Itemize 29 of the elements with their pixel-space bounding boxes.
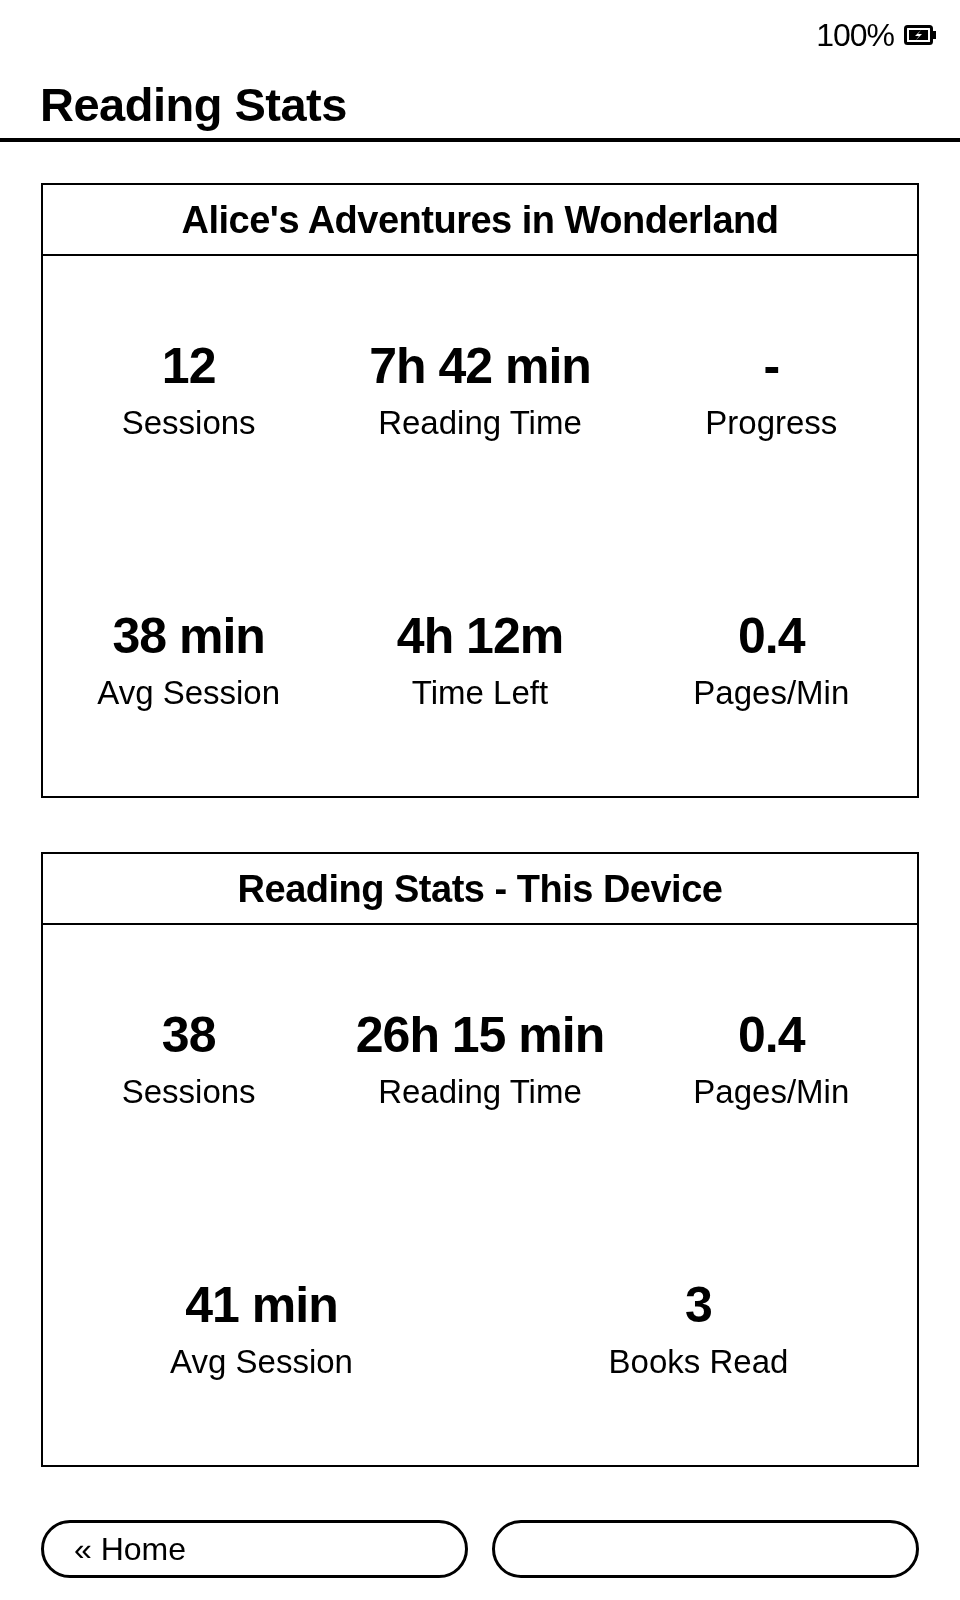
stat-label: Time Left [411,674,549,712]
stat-label: Pages/Min [693,1073,850,1111]
stat-label: Progress [705,404,838,442]
stat-label: Books Read [608,1343,789,1381]
home-button[interactable]: « Home [41,1520,468,1578]
stat-label: Sessions [121,404,256,442]
stat-label: Pages/Min [693,674,850,712]
stat-value: 0.4 [738,1009,805,1061]
empty-button[interactable] [492,1520,919,1578]
card-title: Alice's Adventures in Wonderland [181,197,779,242]
battery-level: 100% [816,17,894,53]
stat-value: 3 [685,1279,712,1331]
card-title: Reading Stats - This Device [237,866,723,911]
stat-value: 38 [161,1009,216,1061]
page-title: Reading Stats [40,78,347,132]
stat-label: Avg Session [97,674,281,712]
stat-value: 41 min [185,1279,338,1331]
stat-value: - [763,340,780,392]
stat-label: Sessions [121,1073,256,1111]
stat-value: 4h 12m [396,610,564,662]
stat-label: Reading Time [378,1073,582,1111]
stat-label: Reading Time [378,404,582,442]
stat-value: 7h 42 min [369,340,591,392]
stat-value: 12 [161,340,216,392]
battery-charging-icon [904,25,936,45]
stat-label: Avg Session [170,1343,353,1381]
stat-value: 38 min [112,610,265,662]
stat-value: 26h 15 min [355,1009,605,1061]
stat-value: 0.4 [738,610,805,662]
